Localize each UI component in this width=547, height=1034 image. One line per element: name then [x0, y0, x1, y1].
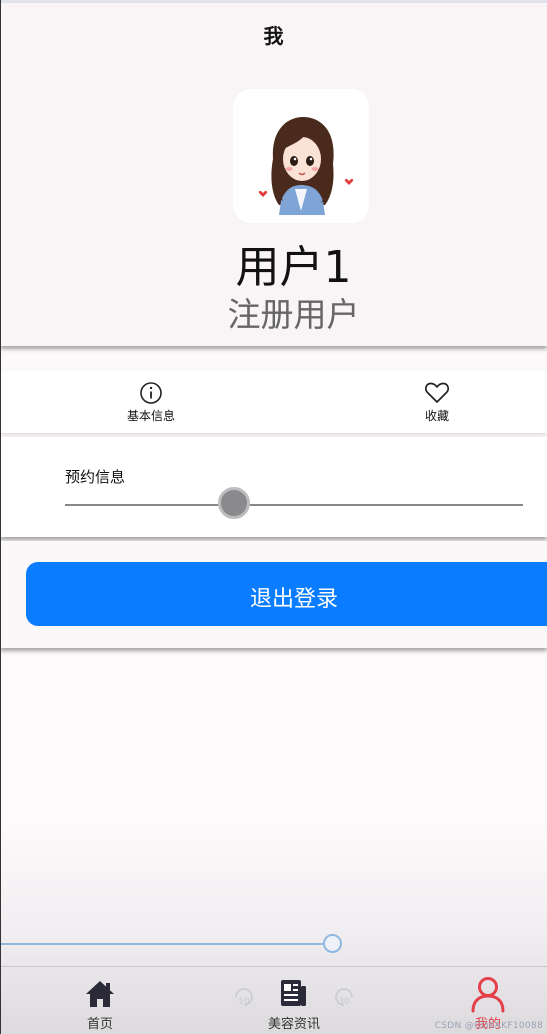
logout-card: 退出登录 [0, 541, 547, 648]
menu-card: 基本信息 收藏 [0, 371, 547, 433]
user-role: 注册用户 [227, 295, 360, 334]
tab-beauty-news[interactable]: 美容资讯 [244, 967, 344, 1034]
avatar[interactable] [233, 89, 369, 223]
tab-home[interactable]: 首页 [60, 967, 140, 1034]
menu-item-label: 基本信息 [126, 409, 175, 423]
newspaper-icon [281, 980, 306, 1006]
booking-slider-thumb[interactable] [218, 487, 251, 519]
username: 用户1 [235, 242, 352, 293]
info-circle-icon [140, 382, 162, 404]
person-icon [471, 977, 505, 1013]
home-icon [86, 981, 114, 1007]
watermark: CSDN @GOKAKF10088 [434, 1021, 543, 1031]
left-border [0, 0, 1, 1034]
media-progress-thumb[interactable] [323, 934, 342, 953]
media-progress-track[interactable] [0, 943, 332, 945]
tab-label: 首页 [86, 1017, 113, 1032]
logout-button[interactable]: 退出登录 [26, 562, 547, 626]
booking-label: 预约信息 [65, 468, 126, 486]
avatar-illustration-icon [258, 117, 354, 215]
menu-item-basic-info[interactable]: 基本信息 [111, 381, 191, 429]
menu-item-label: 收藏 [424, 409, 449, 423]
profile-card: 用户1 注册用户 [0, 3, 547, 346]
tab-label: 美容资讯 [267, 1017, 320, 1032]
heart-icon [424, 382, 450, 403]
logout-button-label: 退出登录 [249, 587, 338, 612]
menu-item-favorites[interactable]: 收藏 [397, 381, 477, 429]
booking-card: 预约信息 [0, 437, 547, 537]
page-title: 我 [263, 24, 284, 48]
booking-slider-track[interactable] [65, 504, 523, 506]
